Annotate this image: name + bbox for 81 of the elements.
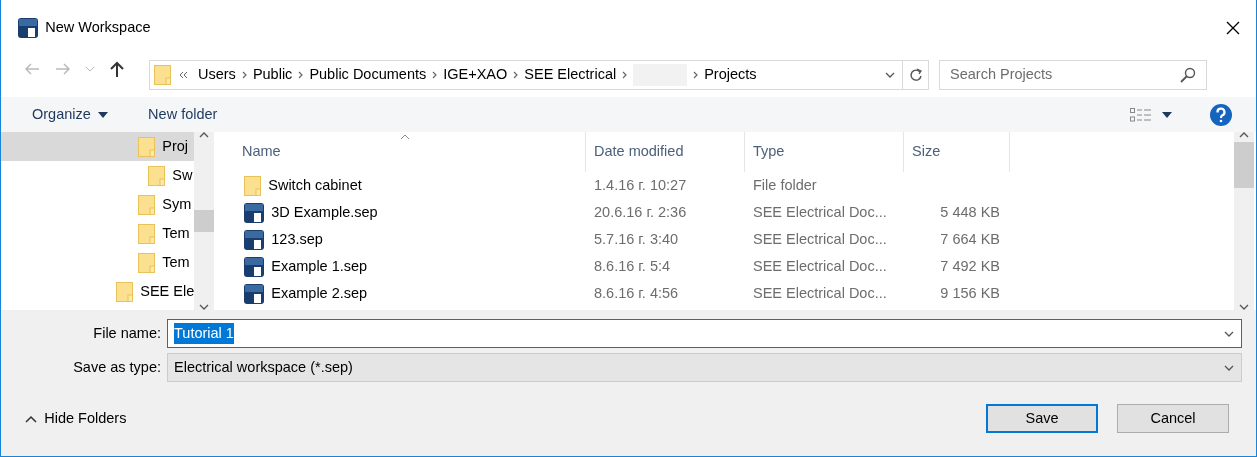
column-header[interactable]: Size [904, 132, 1010, 172]
chevron-right-icon[interactable] [513, 71, 519, 79]
caret-icon [98, 111, 109, 118]
app-icon [244, 256, 264, 277]
dialog-button[interactable]: Cancel [1117, 404, 1229, 433]
file-name[interactable]: Switch cabinet [268, 174, 362, 197]
file-type: File folder [753, 176, 817, 193]
scrollbar-thumb[interactable] [1234, 142, 1254, 188]
folder-icon [138, 223, 155, 244]
chevron-right-icon[interactable] [693, 71, 699, 79]
file-type: SEE Electrical Doc... [753, 203, 887, 220]
folder-icon [138, 136, 155, 157]
dialog-button[interactable]: Save [986, 404, 1098, 433]
app-icon [244, 202, 264, 223]
app-icon [244, 229, 264, 250]
file-name[interactable]: Example 2.sep [271, 282, 368, 305]
tree-item[interactable]: Sym [1, 190, 194, 219]
chevron-right-icon[interactable] [432, 71, 438, 79]
file-type: SEE Electrical Doc... [753, 284, 887, 301]
field-label: Save as type: [73, 358, 161, 375]
file-size: 7 492 KB [940, 257, 1000, 274]
scroll-up-icon[interactable] [199, 132, 209, 138]
app-icon [18, 17, 38, 38]
file-date: 8.6.16 г. 4:56 [594, 284, 679, 301]
tree-item[interactable]: Sw [1, 161, 194, 190]
file-date: 8.6.16 г. 5:4 [594, 257, 671, 274]
folder-icon [154, 65, 171, 85]
sort-icon [400, 134, 410, 140]
breadcrumb[interactable]: Users [192, 64, 242, 86]
folder-icon [138, 194, 155, 215]
chevron-right-icon[interactable] [622, 71, 628, 79]
chevron-right-icon[interactable] [241, 71, 247, 79]
app-icon [244, 283, 264, 304]
chevron-right-icon[interactable] [298, 71, 304, 79]
breadcrumb[interactable]: Projects [698, 64, 763, 86]
column-header[interactable]: Date modified [586, 132, 745, 172]
caret-icon[interactable] [1162, 111, 1172, 118]
field-label: File name: [93, 324, 161, 341]
file-size: 5 448 KB [940, 203, 1000, 220]
tree-item[interactable]: Tem [1, 219, 194, 248]
tree-item[interactable]: Proj [1, 132, 194, 161]
refresh-icon[interactable] [908, 68, 923, 82]
file-name[interactable]: 123.sep [271, 228, 323, 251]
file-type: SEE Electrical Doc... [753, 257, 887, 274]
folder-icon [116, 281, 133, 302]
breadcrumb[interactable]: SEE Electrical [518, 64, 623, 86]
file-name-field[interactable]: Tutorial 1 [167, 319, 1242, 348]
window-title: New Workspace [45, 17, 151, 37]
file-date: 1.4.16 г. 10:27 [594, 176, 687, 193]
scroll-down-icon[interactable] [199, 304, 209, 310]
overflow-chevrons-icon[interactable] [179, 71, 188, 79]
scrollbar-thumb[interactable] [194, 210, 214, 232]
search-icon[interactable] [1180, 67, 1196, 83]
hide-folders-button[interactable]: Hide Folders [25, 407, 127, 430]
scroll-down-icon[interactable] [1239, 304, 1249, 310]
file-name[interactable]: Example 1.sep [271, 255, 368, 278]
folder-icon [138, 252, 155, 273]
breadcrumb[interactable]: Public Documents [303, 64, 433, 86]
column-header[interactable]: Name [242, 132, 586, 172]
collapse-icon [25, 414, 37, 423]
folder-icon [148, 165, 165, 186]
close-icon[interactable] [1226, 20, 1240, 35]
tree-item[interactable]: Tem [1, 248, 194, 277]
help-icon[interactable] [1210, 103, 1232, 126]
file-size: 9 156 KB [940, 284, 1000, 301]
view-options-icon[interactable] [1130, 107, 1152, 122]
file-name[interactable]: 3D Example.sep [271, 201, 378, 224]
file-size: 7 664 KB [940, 230, 1000, 247]
scroll-up-icon[interactable] [1239, 132, 1249, 138]
breadcrumb[interactable]: Public [246, 64, 299, 86]
file-date: 20.6.16 г. 2:36 [594, 203, 687, 220]
column-header[interactable]: Type [745, 132, 904, 172]
file-date: 5.7.16 г. 3:40 [594, 230, 679, 247]
breadcrumb[interactable]: IGE+XAO [437, 64, 514, 86]
file-type-dropdown[interactable]: Electrical workspace (*.sep) [167, 353, 1242, 382]
organize-menu[interactable]: Organize [32, 103, 109, 126]
tree-item[interactable]: SEE Ele [1, 277, 194, 306]
up-icon[interactable] [109, 61, 124, 77]
file-type: SEE Electrical Doc... [753, 230, 887, 247]
new-folder-button[interactable]: New folder [148, 103, 218, 126]
folder-icon [244, 175, 261, 196]
